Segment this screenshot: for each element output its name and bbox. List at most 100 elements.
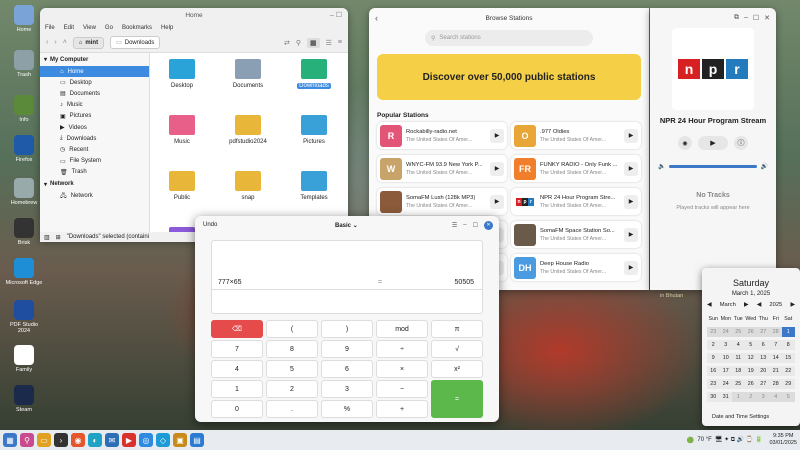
volume-slider[interactable]	[669, 165, 757, 168]
calendar-day[interactable]: 25	[732, 327, 745, 337]
play-station-button[interactable]: ▶	[624, 128, 638, 143]
calc-key[interactable]: (	[266, 320, 318, 338]
calc-key[interactable]: 9	[321, 340, 373, 358]
calc-key[interactable]: 5	[266, 360, 318, 378]
calendar-day[interactable]: 14	[769, 353, 782, 363]
calendar-day[interactable]: 28	[769, 379, 782, 389]
window-controls[interactable]: ⧉ – ☐ ✕	[734, 14, 770, 22]
icon-view-icon[interactable]: ▦	[307, 37, 320, 48]
station-card[interactable]: R Rockabilly-radio.net The United States O…	[377, 122, 507, 149]
calendar-day[interactable]: 12	[744, 353, 757, 363]
station-search-input[interactable]: ⚲ Search stations	[425, 30, 593, 46]
sidebar-section-network[interactable]: ▾ Network	[40, 178, 149, 191]
stream-icon[interactable]: ◉	[678, 136, 692, 150]
undo-button[interactable]: Undo	[203, 222, 217, 228]
virtualbox-icon[interactable]: ◇	[156, 433, 170, 447]
calc-key[interactable]: 1	[211, 380, 263, 398]
desktop-icon[interactable]: Steam	[4, 385, 44, 413]
play-station-button[interactable]: ▶	[490, 128, 504, 143]
firefox-icon[interactable]: ◉	[71, 433, 85, 447]
window-controls[interactable]: – ☐	[330, 11, 342, 19]
calc-key[interactable]: 2	[266, 380, 318, 398]
next-month-icon[interactable]: ▶	[744, 302, 748, 308]
back-icon[interactable]: ‹	[375, 13, 378, 23]
up-icon[interactable]: ˄	[63, 39, 67, 46]
calc-key[interactable]: 7	[211, 340, 263, 358]
play-station-button[interactable]: ▶	[624, 194, 638, 209]
window-title-bar[interactable]: ‹ Browse Stations	[369, 8, 649, 28]
calc-key[interactable]: 8	[266, 340, 318, 358]
station-card[interactable]: O .977 Oldies The United States Of Amer...…	[511, 122, 641, 149]
play-station-button[interactable]: ▶	[490, 161, 504, 176]
maximize-icon[interactable]: ☐	[753, 14, 759, 22]
calendar-day[interactable]: 2	[707, 340, 720, 350]
next-year-icon[interactable]: ▶	[791, 302, 795, 308]
calc-key[interactable]: )	[321, 320, 373, 338]
sidebar-item-desktop[interactable]: ▭ Desktop	[40, 77, 149, 88]
start-menu-icon[interactable]: ▦	[3, 433, 17, 447]
equals-button[interactable]: =	[431, 380, 483, 418]
calendar-day[interactable]: 21	[769, 366, 782, 376]
menu-icon[interactable]: ⧉	[734, 14, 739, 22]
calendar-day[interactable]: 19	[744, 366, 757, 376]
calendar-day[interactable]: 10	[719, 353, 732, 363]
calendar-day[interactable]: 31	[719, 392, 732, 402]
station-card[interactable]: DH Deep House Radio The United States Of A…	[511, 254, 641, 281]
whatsapp-icon[interactable]: 🟢	[687, 437, 694, 444]
play-station-button[interactable]: ▶	[624, 260, 638, 275]
prev-year-icon[interactable]: ◀	[757, 302, 761, 308]
mode-selector[interactable]: Basic ⌄	[335, 222, 358, 229]
window-title-bar[interactable]: Home – ☐	[40, 8, 348, 22]
menu-help[interactable]: Help	[161, 25, 173, 31]
calendar-day[interactable]: 26	[744, 327, 757, 337]
terminal-icon[interactable]: ›	[54, 433, 68, 447]
calendar-day[interactable]: 23	[707, 379, 720, 389]
breadcrumb-mint[interactable]: ⌂ mint	[72, 36, 105, 49]
close-icon[interactable]: ✕	[484, 220, 493, 230]
sidebar-toggle-icon[interactable]: ▥	[44, 234, 50, 241]
calendar-day[interactable]: 18	[732, 366, 745, 376]
station-card[interactable]: W WNYC-FM 93.9 New York P... The United St…	[377, 155, 507, 182]
file-item[interactable]: Music	[152, 115, 212, 145]
calendar-day[interactable]: 13	[757, 353, 770, 363]
media-player-icon[interactable]: ◎	[139, 433, 153, 447]
calendar-day[interactable]: 11	[732, 353, 745, 363]
menu-file[interactable]: File	[45, 25, 55, 31]
play-button[interactable]: ▶	[698, 136, 728, 150]
play-station-button[interactable]: ▶	[490, 194, 504, 209]
sidebar-item-trash[interactable]: 🗑 Trash	[40, 167, 149, 178]
thunderbird-icon[interactable]: ✉	[105, 433, 119, 447]
desktop-icon[interactable]: Home	[4, 5, 44, 33]
file-item[interactable]: Templates	[284, 171, 344, 201]
calc-key[interactable]: mod	[376, 320, 428, 338]
calc-key[interactable]: .	[266, 400, 318, 418]
calc-key[interactable]: %	[321, 400, 373, 418]
file-item[interactable]: Documents	[218, 59, 278, 89]
sidebar-item-documents[interactable]: ▤ Documents	[40, 88, 149, 99]
calendar-day[interactable]: 24	[719, 327, 732, 337]
tree-icon[interactable]: ⊞	[56, 234, 61, 241]
calendar-day[interactable]: 3	[757, 392, 770, 402]
sidebar-item-recent[interactable]: ◷ Recent	[40, 144, 149, 155]
calendar-day[interactable]: 17	[719, 366, 732, 376]
calendar-day[interactable]: 4	[732, 340, 745, 350]
sidebar-item-videos[interactable]: ▶ Videos	[40, 122, 149, 133]
compact-view-icon[interactable]: ≡	[338, 39, 342, 46]
calendar-day[interactable]: 2	[744, 392, 757, 402]
calc-key[interactable]: ÷	[376, 340, 428, 358]
desktop-icon[interactable]: Trash	[4, 50, 44, 78]
station-card[interactable]: SomaFM Lush (128k MP3) The United States …	[377, 188, 507, 215]
breadcrumb-downloads[interactable]: ▭ Downloads	[110, 36, 161, 49]
calc-key[interactable]: 3	[321, 380, 373, 398]
sidebar-item-pictures[interactable]: ▣ Pictures	[40, 111, 149, 122]
calendar-day[interactable]: 28	[769, 327, 782, 337]
calendar-day[interactable]: 4	[769, 392, 782, 402]
sidebar-section-my-computer[interactable]: ▾ My Computer	[40, 53, 149, 66]
file-item[interactable]: Desktop	[152, 59, 212, 89]
menu-edit[interactable]: Edit	[64, 25, 74, 31]
calendar-day[interactable]: 5	[744, 340, 757, 350]
calendar-day[interactable]: 3	[719, 340, 732, 350]
calc-key[interactable]: x²	[431, 360, 483, 378]
menu-view[interactable]: View	[83, 25, 96, 31]
calendar-day[interactable]: 27	[757, 379, 770, 389]
